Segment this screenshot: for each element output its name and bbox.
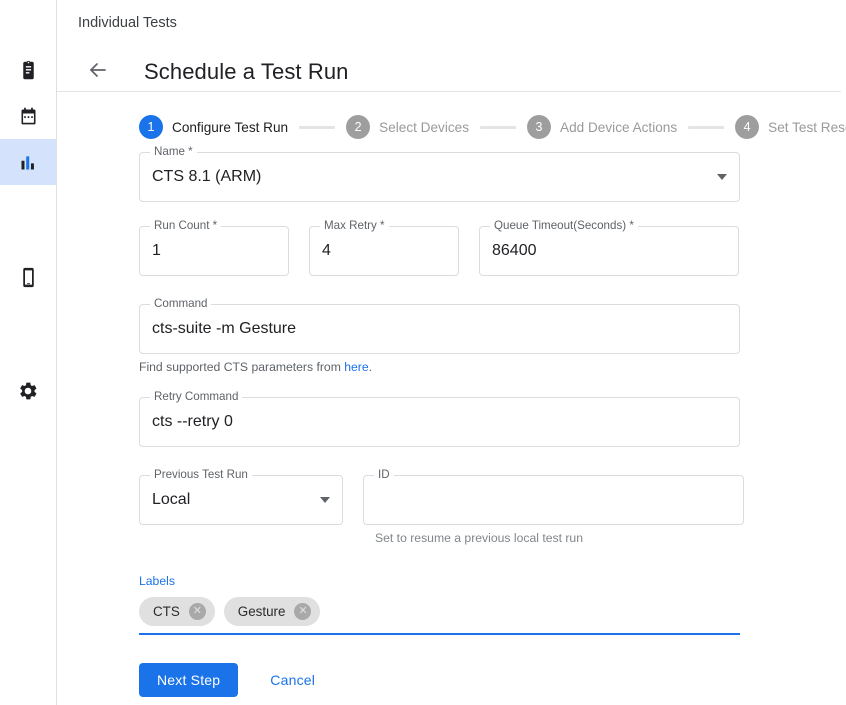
step-label: Add Device Actions xyxy=(560,120,677,135)
command-label: Command xyxy=(150,297,211,310)
name-label: Name * xyxy=(150,145,197,158)
command-input[interactable]: Command cts-suite -m Gesture xyxy=(139,304,740,354)
label-chip[interactable]: Gesture ✕ xyxy=(224,597,321,626)
back-button[interactable] xyxy=(78,52,118,92)
clipboard-list-icon xyxy=(18,60,39,81)
chevron-down-icon[interactable] xyxy=(320,497,330,503)
sidebar-item-devices[interactable] xyxy=(0,254,56,300)
name-value: CTS 8.1 (ARM) xyxy=(152,167,709,187)
step-label: Configure Test Run xyxy=(172,120,288,135)
breadcrumb: Individual Tests xyxy=(78,14,841,32)
labels-block: Labels CTS ✕ Gesture ✕ xyxy=(139,574,740,635)
sidebar-item-test-results[interactable] xyxy=(0,139,56,185)
command-hint-prefix: Find supported CTS parameters from xyxy=(139,360,344,374)
step-label: Select Devices xyxy=(379,120,469,135)
queue-timeout-value: 86400 xyxy=(492,241,726,261)
step-connector xyxy=(480,126,516,129)
bar-chart-icon xyxy=(18,152,39,173)
step-1-configure-test-run[interactable]: 1 Configure Test Run xyxy=(139,115,288,139)
command-value: cts-suite -m Gesture xyxy=(152,319,727,339)
queue-timeout-input[interactable]: Queue Timeout(Seconds) * 86400 xyxy=(479,226,739,276)
retry-command-input[interactable]: Retry Command cts --retry 0 xyxy=(139,397,740,447)
previous-run-row: Previous Test Run Local ID Set to resume… xyxy=(139,475,846,546)
close-circle-icon[interactable]: ✕ xyxy=(189,603,206,620)
previous-test-run-value: Local xyxy=(152,490,312,510)
smartphone-icon xyxy=(18,267,39,288)
command-hint: Find supported CTS parameters from here. xyxy=(139,360,846,375)
run-count-label: Run Count * xyxy=(150,219,221,232)
command-hint-suffix: . xyxy=(369,360,372,374)
cancel-button[interactable]: Cancel xyxy=(258,663,327,697)
step-number: 3 xyxy=(527,115,551,139)
step-4-set-test-resources[interactable]: 4 Set Test Resources xyxy=(735,115,846,139)
form-actions: Next Step Cancel xyxy=(139,663,846,697)
counts-row: Run Count * 1 Max Retry * 4 Queue Timeou… xyxy=(139,226,846,276)
label-chip[interactable]: CTS ✕ xyxy=(139,597,215,626)
step-3-add-device-actions[interactable]: 3 Add Device Actions xyxy=(527,115,677,139)
cts-parameters-link[interactable]: here xyxy=(344,360,368,374)
run-count-value: 1 xyxy=(152,241,276,261)
gear-icon xyxy=(17,380,39,402)
step-number: 4 xyxy=(735,115,759,139)
id-input[interactable]: ID xyxy=(363,475,744,525)
page-header: Individual Tests Schedule a Test Run xyxy=(57,0,841,92)
close-circle-icon[interactable]: ✕ xyxy=(294,603,311,620)
name-select[interactable]: Name * CTS 8.1 (ARM) xyxy=(139,152,740,202)
command-block: Command cts-suite -m Gesture Find suppor… xyxy=(139,304,846,375)
step-connector xyxy=(688,126,724,129)
main-content: Individual Tests Schedule a Test Run 1 C… xyxy=(57,0,846,705)
page-title: Schedule a Test Run xyxy=(144,59,349,85)
previous-test-run-label: Previous Test Run xyxy=(150,468,252,481)
id-label: ID xyxy=(374,468,394,481)
id-block: ID Set to resume a previous local test r… xyxy=(363,475,744,546)
left-nav-rail xyxy=(0,0,57,705)
retry-command-label: Retry Command xyxy=(150,390,242,403)
sidebar-item-individual-tests[interactable] xyxy=(0,47,56,93)
id-hint: Set to resume a previous local test run xyxy=(375,531,744,546)
arrow-left-icon xyxy=(86,58,110,85)
app-root: Individual Tests Schedule a Test Run 1 C… xyxy=(0,0,846,705)
step-number: 2 xyxy=(346,115,370,139)
queue-timeout-label: Queue Timeout(Seconds) * xyxy=(490,219,638,232)
title-row: Schedule a Test Run xyxy=(57,44,841,99)
max-retry-input[interactable]: Max Retry * 4 xyxy=(309,226,459,276)
calendar-icon xyxy=(18,106,39,127)
step-connector xyxy=(299,126,335,129)
label-chip-text: Gesture xyxy=(238,604,286,619)
max-retry-value: 4 xyxy=(322,241,446,261)
step-number: 1 xyxy=(139,115,163,139)
sidebar-item-test-runs-calendar[interactable] xyxy=(0,93,56,139)
next-step-button[interactable]: Next Step xyxy=(139,663,238,697)
retry-command-value: cts --retry 0 xyxy=(152,412,727,432)
previous-test-run-select[interactable]: Previous Test Run Local xyxy=(139,475,343,525)
label-chip-text: CTS xyxy=(153,604,180,619)
max-retry-label: Max Retry * xyxy=(320,219,389,232)
labels-chip-input[interactable]: CTS ✕ Gesture ✕ xyxy=(139,597,740,635)
run-count-input[interactable]: Run Count * 1 xyxy=(139,226,289,276)
configure-test-run-form: Name * CTS 8.1 (ARM) Run Count * 1 Max R… xyxy=(57,138,846,697)
step-label: Set Test Resources xyxy=(768,120,846,135)
sidebar-item-settings[interactable] xyxy=(0,368,56,414)
labels-label: Labels xyxy=(139,574,740,588)
step-2-select-devices[interactable]: 2 Select Devices xyxy=(346,115,469,139)
chevron-down-icon[interactable] xyxy=(717,174,727,180)
